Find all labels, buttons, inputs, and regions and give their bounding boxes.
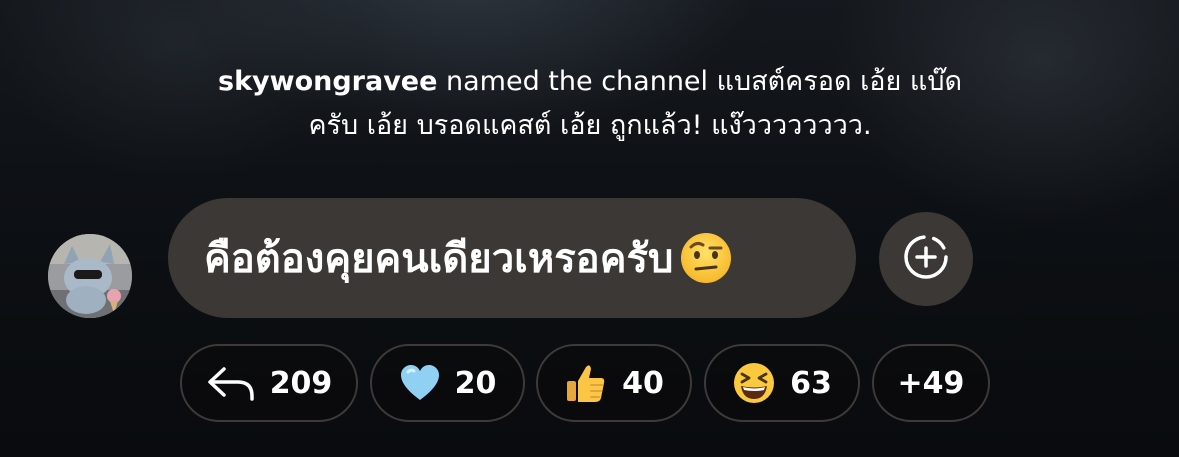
reply-button[interactable]: 209 — [180, 344, 358, 422]
avatar-image — [48, 234, 132, 318]
username[interactable]: skywongravee — [218, 66, 437, 97]
avatar[interactable] — [48, 234, 132, 318]
message-bubble[interactable]: คือต้องคุยคนเดียวเหรอครับ — [168, 198, 856, 318]
message-text: คือต้องคุยคนเดียวเหรอครับ — [204, 236, 674, 282]
heart-count: 20 — [454, 365, 497, 401]
reaction-thumbs-up[interactable]: 40 — [536, 344, 692, 422]
notice-text-line2: ครับ เอ้ย บรอดแคสต์ เอ้ย ถูกแล้ว! แง๊ววว… — [308, 110, 872, 141]
more-reactions-count: +49 — [897, 365, 965, 401]
laughing-count: 63 — [790, 365, 832, 401]
thumbs-up-count: 40 — [622, 365, 664, 401]
face-with-raised-eyebrow-icon — [679, 231, 733, 285]
more-reactions-button[interactable]: +49 — [872, 344, 990, 422]
reply-arrow-icon — [206, 363, 256, 403]
notice-text-line1: named the channel แบสต์ครอด เอ้ย แบ๊ด — [437, 66, 962, 97]
reaction-heart[interactable]: 20 — [370, 344, 525, 422]
reaction-bar: 209 20 40 63 +49 — [0, 344, 1179, 422]
add-reaction-button[interactable] — [879, 212, 973, 306]
add-reaction-icon — [901, 232, 951, 286]
light-blue-heart-icon — [399, 363, 441, 403]
reaction-laughing[interactable]: 63 — [704, 344, 860, 422]
thumbs-up-icon — [564, 361, 608, 405]
grinning-squinting-face-icon — [732, 361, 776, 405]
channel-rename-notice: skywongravee named the channel แบสต์ครอด… — [150, 60, 1030, 148]
reply-count: 209 — [269, 365, 333, 401]
